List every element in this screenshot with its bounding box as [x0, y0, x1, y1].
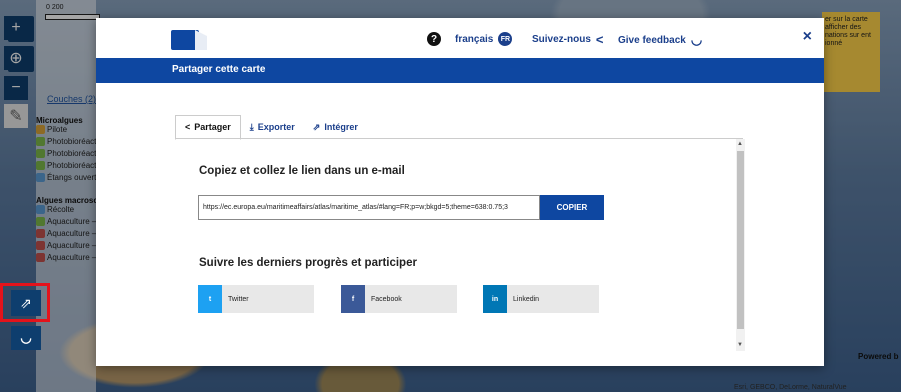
share-nodes-icon: <	[595, 32, 604, 47]
download-icon: ⤓	[249, 121, 254, 132]
language-button[interactable]: français FR	[455, 32, 513, 46]
tab-embed[interactable]: ⇗ Intégrer	[304, 115, 367, 140]
share-url-field[interactable]: https://ec.europa.eu/maritimeaffairs/atl…	[198, 195, 540, 220]
share-content: Copiez et collez le lien dans un e-mail …	[175, 139, 751, 351]
follow-us-link[interactable]: Suivez-nous <	[532, 32, 604, 47]
twitter-icon: t	[198, 285, 222, 313]
tab-share[interactable]: < Partager	[175, 115, 241, 140]
help-icon: ?	[427, 32, 441, 46]
scroll-down-icon[interactable]: ▼	[737, 342, 743, 348]
scroll-up-icon[interactable]: ▲	[737, 141, 743, 147]
follow-label: Suivez-nous	[532, 34, 591, 45]
modal-title: Partager cette carte	[96, 58, 824, 83]
tab-bar: < Partager ⤓ Exporter ⇗ Intégrer	[175, 115, 367, 140]
smile-icon: ◡	[690, 32, 702, 47]
linkedin-icon: in	[483, 285, 507, 313]
tab-export[interactable]: ⤓ Exporter	[241, 115, 304, 140]
copy-section-title: Copiez et collez le lien dans un e-mail	[199, 165, 405, 177]
share-modal: ? français FR Suivez-nous < Give feedbac…	[96, 18, 824, 366]
facebook-icon: f	[341, 285, 365, 313]
language-badge: FR	[498, 32, 513, 46]
close-icon[interactable]: ×	[803, 28, 812, 46]
help-button[interactable]: ?	[427, 32, 441, 46]
follow-section-title: Suivre les derniers progrès et participe…	[199, 257, 417, 269]
twitter-button[interactable]: t Twitter	[198, 285, 314, 313]
external-link-icon: ⇗	[312, 121, 321, 132]
language-label: français	[455, 33, 494, 45]
eu-logo	[171, 30, 199, 50]
share-icon[interactable]: ⇗	[11, 290, 41, 316]
facebook-button[interactable]: f Facebook	[341, 285, 457, 313]
give-feedback-link[interactable]: Give feedback ◡	[618, 32, 702, 48]
modal-header: ? français FR Suivez-nous < Give feedbac…	[96, 18, 824, 58]
share-icon: <	[185, 122, 191, 132]
scrollbar[interactable]: ▲ ▼	[736, 139, 745, 351]
scrollbar-thumb[interactable]	[737, 151, 744, 329]
feedback-smile-icon[interactable]: ◡	[11, 326, 41, 350]
feedback-label: Give feedback	[618, 34, 686, 46]
copy-button[interactable]: COPIER	[540, 195, 604, 220]
linkedin-button[interactable]: in Linkedin	[483, 285, 599, 313]
